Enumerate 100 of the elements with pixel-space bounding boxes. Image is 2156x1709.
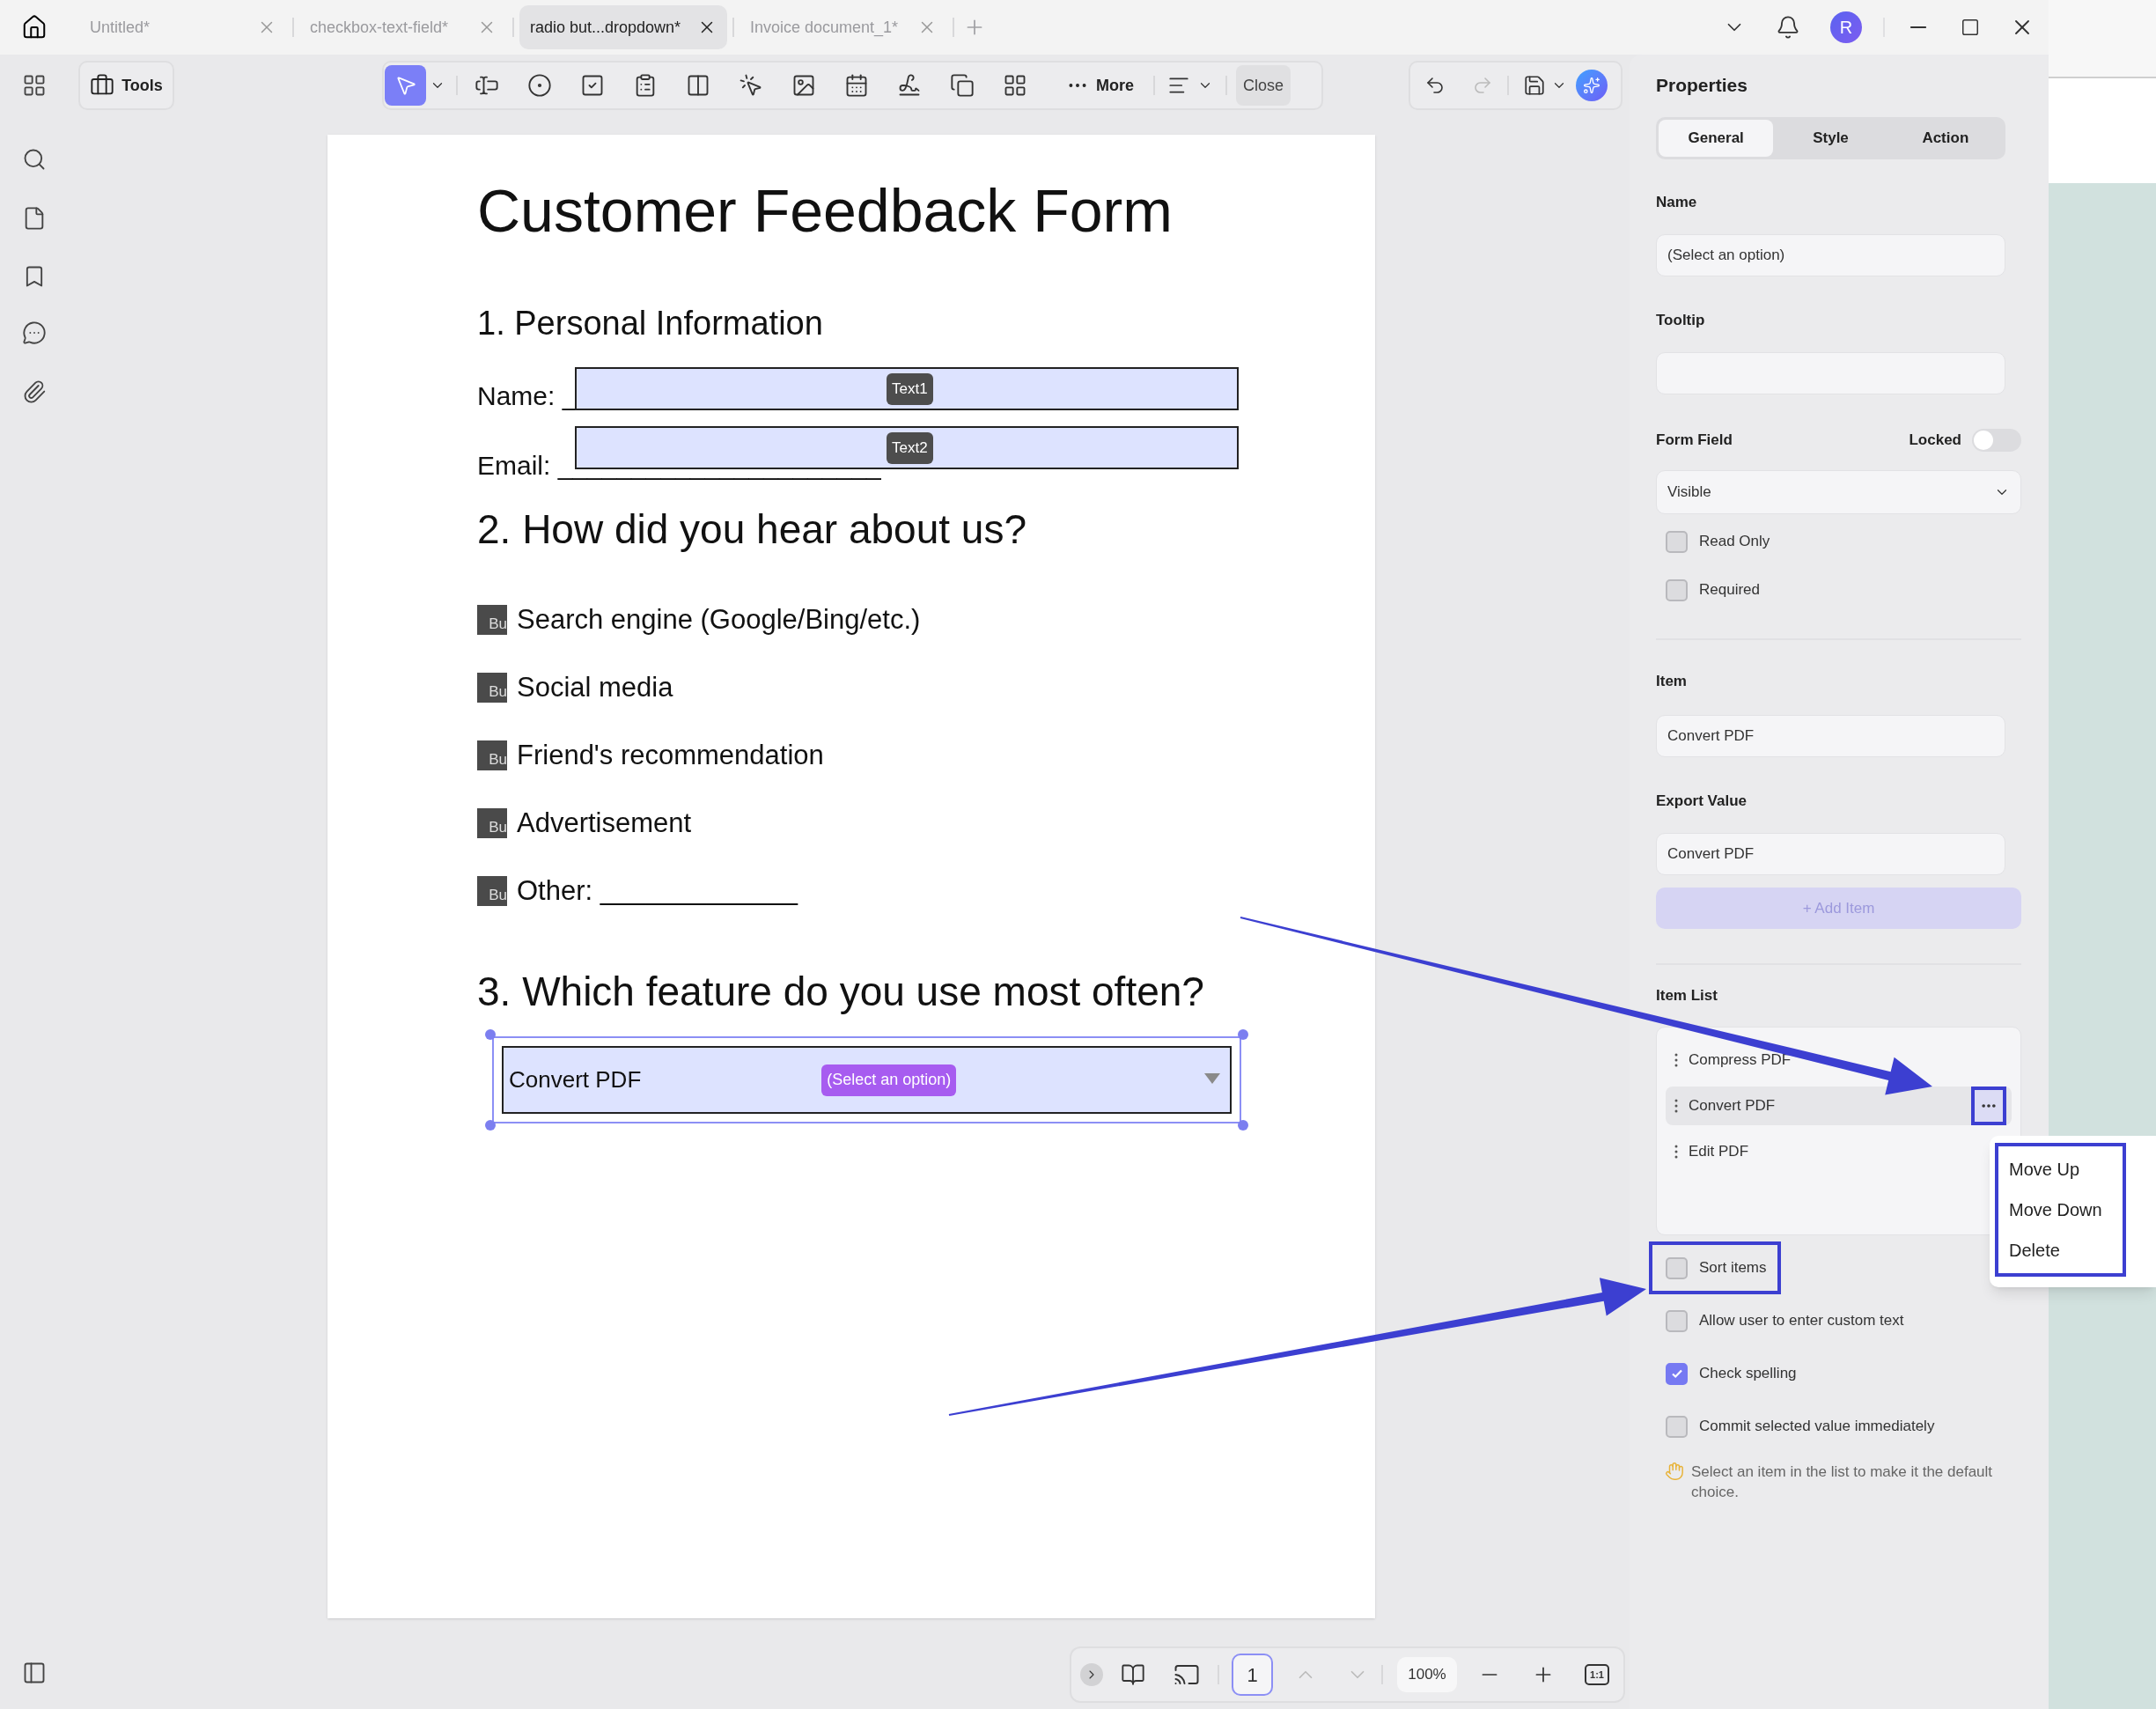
option-label: Social media [517,671,673,704]
field-label: Item List [1656,986,1718,1006]
menu-item[interactable]: Move Down [1998,1190,2123,1230]
field-label: Name [1656,193,1698,212]
calendar-icon[interactable] [844,73,869,98]
text-field[interactable]: Text1 [575,367,1239,410]
section-heading: 1. Personal Information [477,304,823,343]
close-button[interactable]: Close [1236,65,1291,106]
checkbox-label: Allow user to enter custom text [1699,1311,1904,1331]
image-icon[interactable] [791,73,816,98]
drag-handle-icon[interactable] [1674,1099,1678,1113]
menu-item[interactable]: Delete [1998,1230,2123,1271]
avatar[interactable]: R [1830,11,1862,43]
form-title: Customer Feedback Form [477,176,1173,246]
signature-icon[interactable] [897,73,922,98]
comment-icon[interactable] [22,320,47,345]
item-label: Convert PDF [1689,1096,1776,1116]
two-page-icon[interactable] [1121,1662,1145,1687]
section-heading: 2. How did you hear about us? [477,505,1026,554]
tab[interactable]: Action [1887,120,2003,157]
maximize-icon[interactable] [1961,18,1980,37]
drag-handle-icon[interactable] [1674,1053,1678,1067]
resize-handle[interactable] [1238,1029,1248,1040]
widget-tag: Bu [477,740,507,770]
checkbox-label: Required [1699,580,1760,600]
checkbox[interactable] [1666,1309,1688,1332]
item-field[interactable]: Convert PDF [1656,715,2005,757]
visibility-select[interactable]: Visible [1656,470,2021,514]
menu-item[interactable]: Move Up [1998,1149,2123,1190]
tab[interactable]: General [1659,120,1774,157]
section-heading: 3. Which feature do you use most often? [477,968,1204,1016]
actual-size-button[interactable]: 1:1 [1585,1664,1609,1685]
checkbox[interactable] [1666,530,1688,553]
option-label: Other: _____________ [517,874,798,908]
apps-icon[interactable] [22,73,47,98]
list-item[interactable]: Compress PDF [1666,1041,2012,1079]
ai-assistant-button[interactable] [1576,70,1608,101]
radio-button-icon[interactable] [527,73,552,98]
tab[interactable]: Style [1773,120,1888,157]
item-label: Edit PDF [1689,1142,1749,1162]
widget-tag: Bu [477,876,507,906]
checkbox[interactable] [1666,1415,1688,1438]
panel-icon[interactable] [22,1661,47,1685]
selection-frame[interactable]: Convert PDF (Select an option) [492,1036,1241,1123]
toggle-knob [1974,431,1993,450]
copy-icon[interactable] [950,73,975,98]
field-label: Form Field [1656,431,1733,450]
checkbox[interactable] [1666,578,1688,601]
combo-box-icon[interactable] [686,73,710,98]
notification-icon[interactable] [1776,15,1800,40]
field-tag: Text2 [887,431,933,464]
field-tag: (Select an option) [821,1064,957,1096]
option-label: Search engine (Google/Bing/etc.) [517,603,921,637]
hand-icon [1665,1462,1684,1481]
drag-handle-icon[interactable] [1674,1145,1678,1159]
more-options-button[interactable] [1971,1087,2006,1125]
attachment-icon[interactable] [22,379,47,404]
panel-title: Properties [1656,74,1748,97]
checkbox-label: Read Only [1699,532,1770,552]
search-icon[interactable] [22,147,47,172]
zoom-field[interactable]: 100% [1397,1657,1457,1692]
option-label: Friend's recommendation [517,739,824,772]
home-icon[interactable] [21,14,48,41]
more-button[interactable]: More [1066,73,1134,98]
resize-handle[interactable] [1238,1120,1248,1131]
checkbox[interactable] [1666,1256,1688,1279]
field-tag: Text1 [887,372,933,405]
undo-icon[interactable] [1424,75,1446,96]
dropdown-field[interactable]: Convert PDF (Select an option) [502,1046,1232,1114]
resize-handle[interactable] [485,1029,496,1040]
list-item[interactable]: Convert PDF [1666,1087,2012,1125]
checkbox-label: Check spelling [1699,1364,1797,1384]
tools-button[interactable]: Tools [78,61,174,110]
save-icon[interactable] [1523,74,1546,97]
widget-tag: Bu [477,808,507,838]
checkbox[interactable] [1666,1362,1688,1385]
name-field[interactable]: (Select an option) [1656,234,2005,276]
field-label: Tooltip [1656,311,1706,330]
field-label: Export Value [1656,792,1748,811]
export-value-field[interactable]: Convert PDF [1656,833,2005,875]
resize-handle[interactable] [485,1120,496,1131]
locked-toggle[interactable] [1972,429,2021,452]
dropdown-arrow-icon[interactable] [1203,1072,1221,1085]
push-button-icon[interactable] [739,73,763,98]
sparkle-icon[interactable] [1583,77,1600,94]
hint-text: Select an item in the list to make it the default choice. [1691,1462,1994,1502]
widget-tag: Bu [477,673,507,703]
tab[interactable]: radio but...dropdown* [519,5,727,49]
text-field[interactable]: Text2 [575,426,1239,469]
grid-icon[interactable] [1003,73,1027,98]
checkbox-label: Commit selected value immediately [1699,1417,1935,1437]
item-label: Compress PDF [1689,1050,1792,1071]
page-number-field[interactable]: 1 [1232,1654,1273,1696]
option-label: Advertisement [517,807,692,840]
widget-tag: Bu [477,605,507,635]
field-label: Item [1656,672,1688,691]
checkbox-label: Sort items [1699,1258,1767,1278]
locked-label: Locked [1909,431,1961,450]
checkbox-icon[interactable] [580,73,605,98]
dropdown-value: Convert PDF [509,1065,642,1094]
